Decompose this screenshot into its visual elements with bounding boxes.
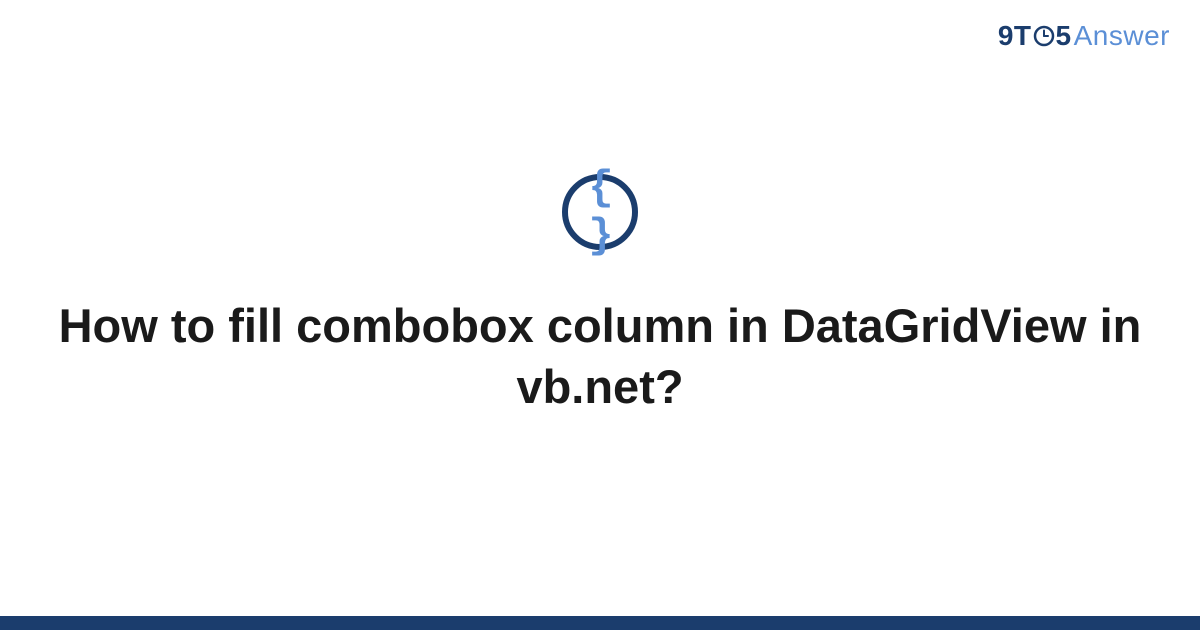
- brand-text-answer: Answer: [1074, 20, 1170, 52]
- brand-logo: 9T 5 Answer: [998, 20, 1170, 52]
- brand-text-9t: 9T: [998, 20, 1032, 52]
- question-title: How to fill combobox column in DataGridV…: [0, 295, 1200, 417]
- code-braces-icon: { }: [562, 174, 638, 250]
- braces-glyph: { }: [568, 164, 632, 260]
- footer-accent-bar: [0, 616, 1200, 630]
- main-content: { } How to fill combobox column in DataG…: [0, 174, 1200, 417]
- brand-text-5: 5: [1056, 20, 1072, 52]
- clock-icon: [1033, 25, 1055, 47]
